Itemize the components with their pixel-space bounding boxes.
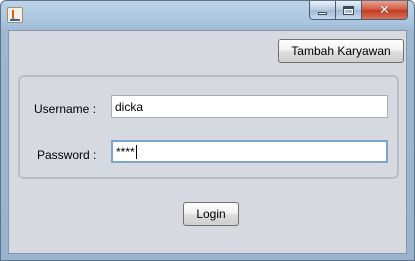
tambah-karyawan-button[interactable]: Tambah Karyawan xyxy=(278,39,404,63)
content-panel: Tambah Karyawan Username : dicka Passwor… xyxy=(8,30,407,254)
password-field[interactable]: **** xyxy=(111,140,388,163)
login-form-panel: Username : dicka Password : **** xyxy=(18,75,399,179)
close-button[interactable]: ✕ xyxy=(361,1,408,20)
login-button[interactable]: Login xyxy=(183,202,239,226)
app-window: ✕ Tambah Karyawan Username : dicka Passw… xyxy=(0,0,415,261)
java-app-icon xyxy=(7,7,23,23)
username-label: Username : xyxy=(34,102,97,116)
username-field[interactable]: dicka xyxy=(111,95,388,118)
title-bar[interactable]: ✕ xyxy=(1,1,414,30)
maximize-icon xyxy=(343,5,354,15)
password-label: Password : xyxy=(37,148,97,162)
maximize-button[interactable] xyxy=(335,1,362,20)
close-icon: ✕ xyxy=(379,2,390,18)
minimize-icon xyxy=(318,11,327,15)
username-value: dicka xyxy=(115,99,144,114)
password-value: **** xyxy=(116,144,135,159)
text-caret xyxy=(135,144,137,159)
minimize-button[interactable] xyxy=(309,1,336,20)
